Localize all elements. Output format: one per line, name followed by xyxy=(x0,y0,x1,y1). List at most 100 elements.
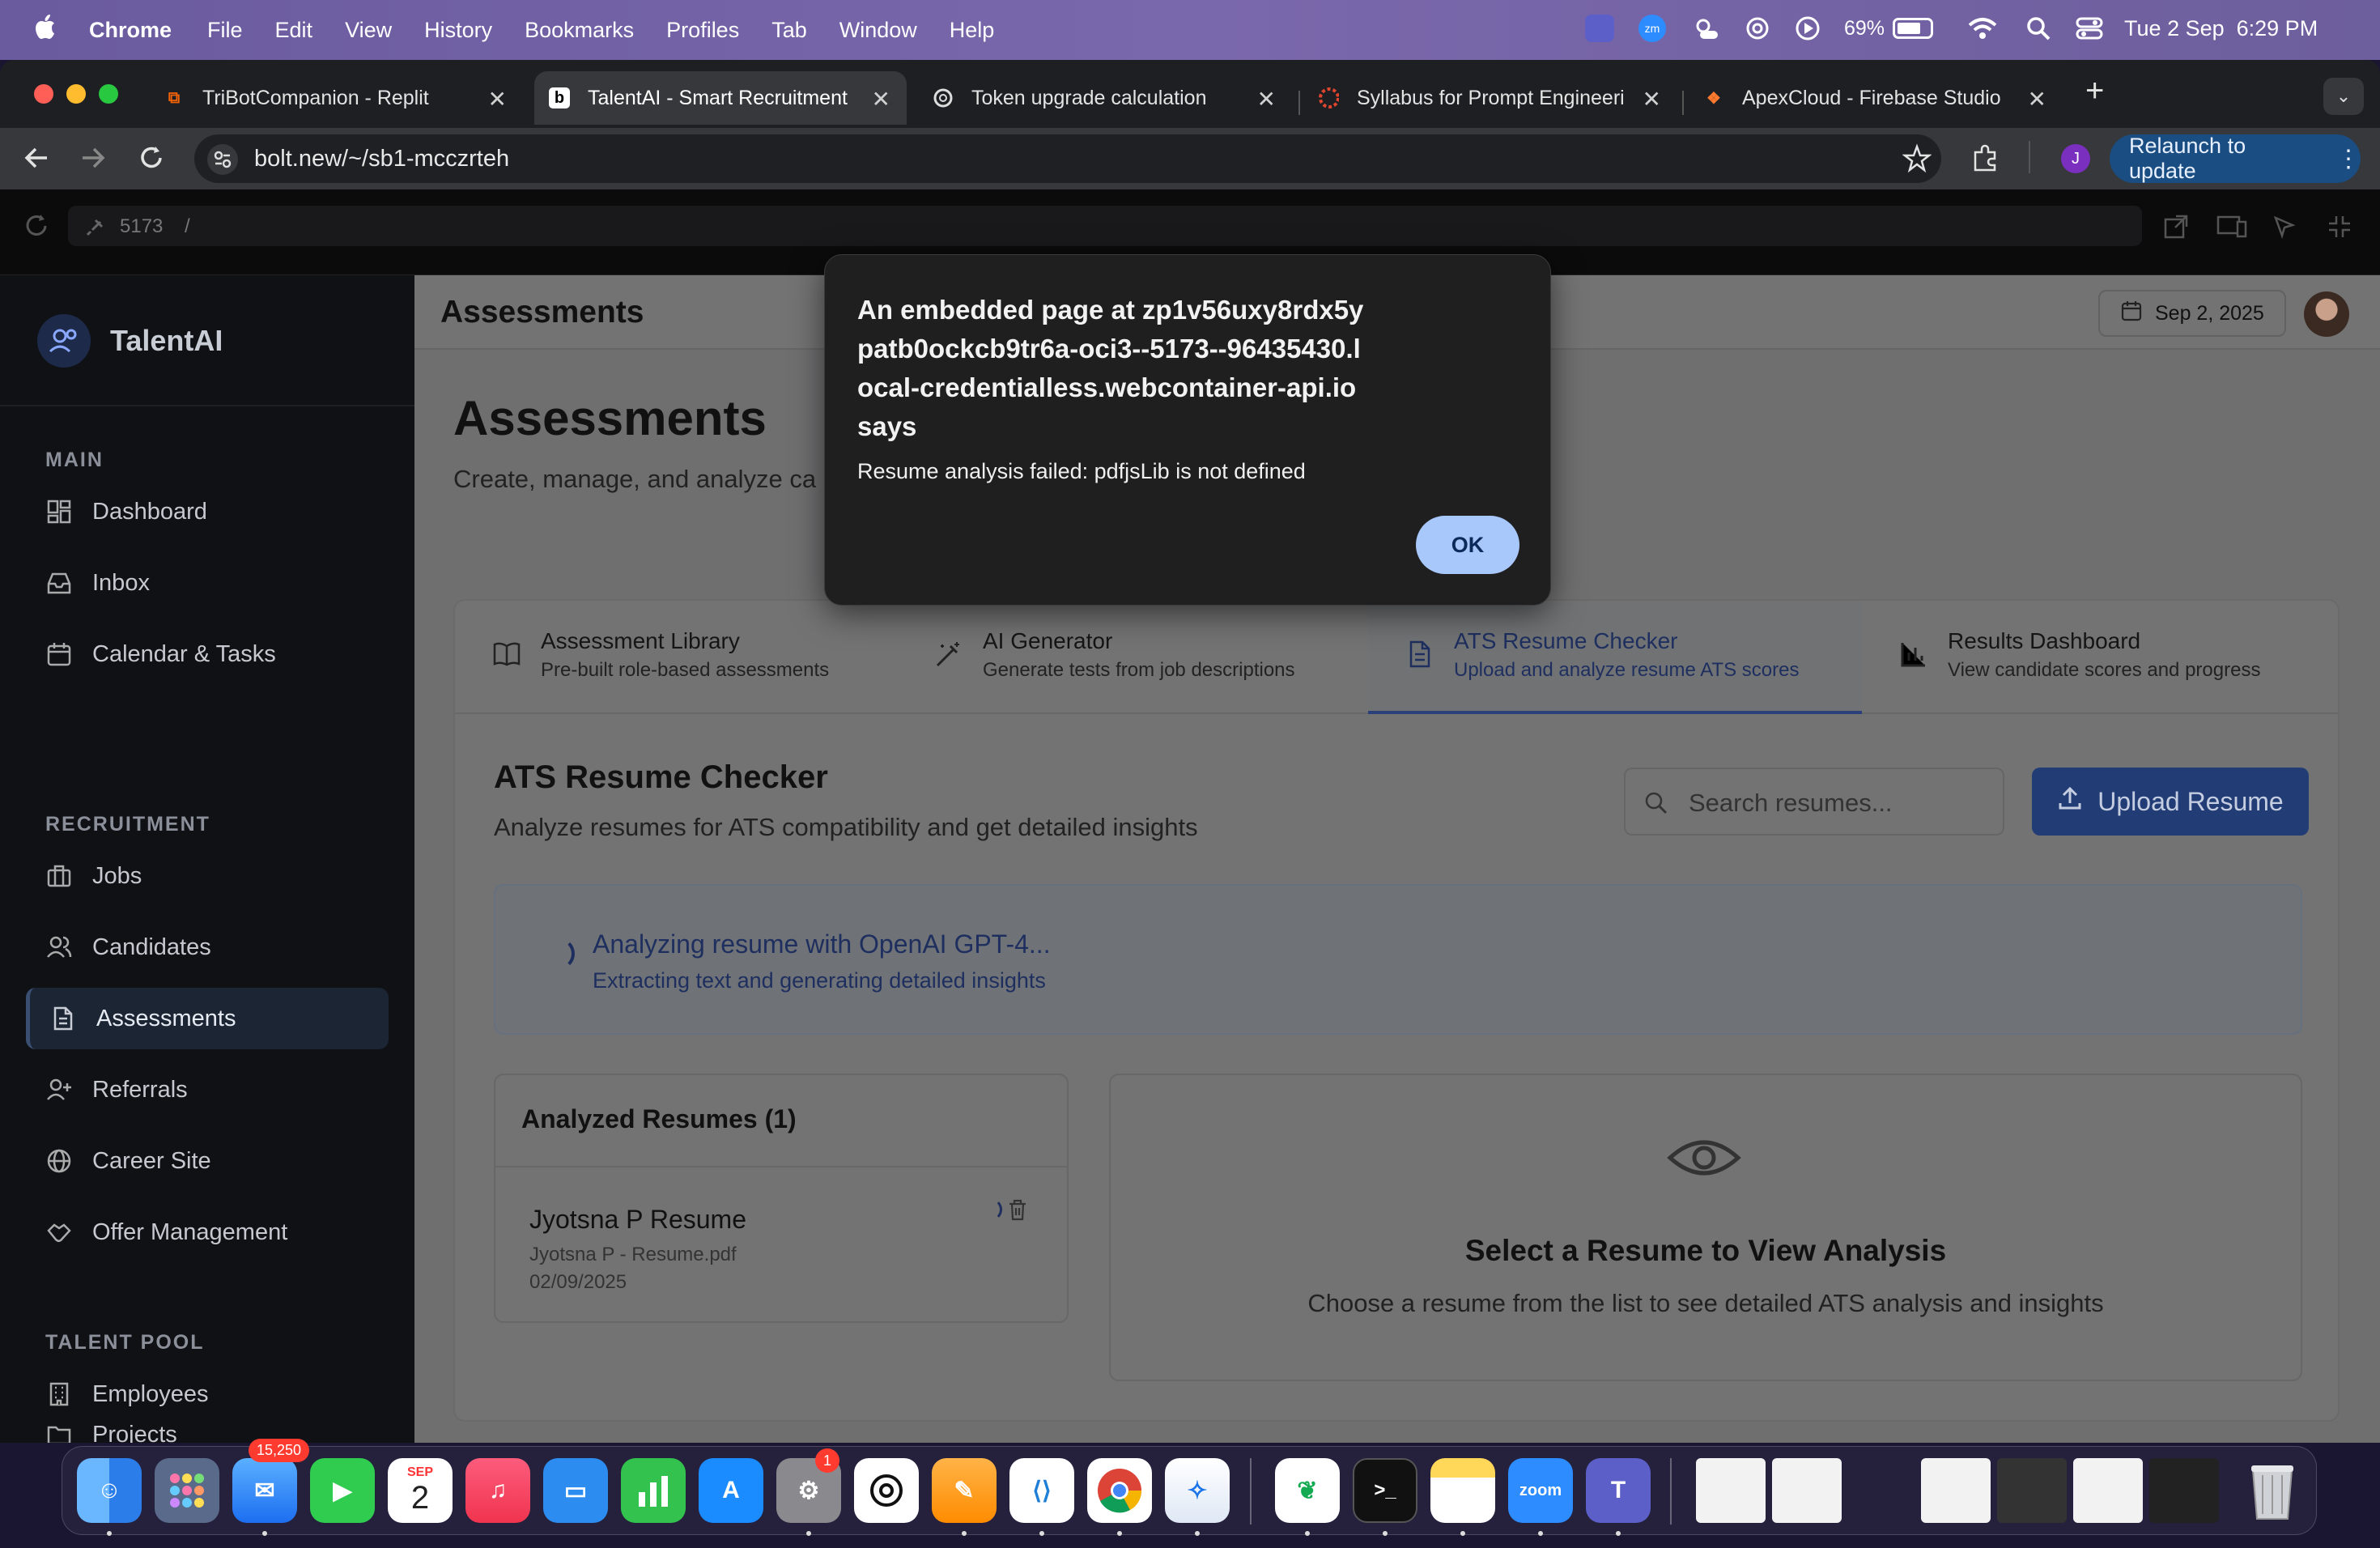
numbers-icon[interactable] xyxy=(621,1458,686,1523)
sidebar-item-dashboard[interactable]: Dashboard xyxy=(26,481,389,542)
battery-icon[interactable] xyxy=(1893,18,1934,39)
preview-url-bar[interactable]: 5173 / xyxy=(68,206,2142,246)
menu-history[interactable]: History xyxy=(424,18,492,43)
wifi-icon[interactable] xyxy=(1967,15,1998,41)
tab-search-chevron-icon[interactable]: ⌄ xyxy=(2323,78,2364,115)
terminal-icon[interactable]: >_ xyxy=(1353,1458,1417,1523)
sidebar-item-jobs[interactable]: Jobs xyxy=(26,845,389,907)
site-settings-icon[interactable] xyxy=(207,144,238,175)
finder-icon[interactable]: ☺ xyxy=(77,1458,142,1523)
trash-icon[interactable] xyxy=(2240,1458,2305,1523)
resume-list-item[interactable]: Jyotsna P Resume Jyotsna P - Resume.pdf … xyxy=(495,1167,1067,1323)
recent-document-thumbnail[interactable] xyxy=(1772,1458,1842,1523)
notes-icon[interactable] xyxy=(1430,1458,1495,1523)
upload-resume-button[interactable]: Upload Resume xyxy=(2032,768,2309,836)
zoom-status-icon[interactable]: zm xyxy=(1638,15,1666,42)
close-tab-icon[interactable]: ✕ xyxy=(1643,86,1661,113)
minimize-window-button[interactable] xyxy=(66,84,86,104)
close-tab-icon[interactable]: ✕ xyxy=(488,86,507,113)
extensions-puzzle-icon[interactable] xyxy=(1970,144,2000,177)
tab-apexcloud[interactable]: ❖ ApexCloud - Firebase Studio ✕ xyxy=(1689,71,2063,125)
device-preview-icon[interactable] xyxy=(2216,214,2247,244)
menu-profiles[interactable]: Profiles xyxy=(666,18,739,43)
sidebar-item-offer-management[interactable]: Offer Management xyxy=(26,1201,389,1263)
address-bar[interactable]: bolt.new/~/sb1-mcczrteh xyxy=(194,134,1941,183)
recent-document-thumbnail[interactable] xyxy=(2073,1458,2143,1523)
date-picker-button[interactable]: Sep 2, 2025 xyxy=(2098,290,2286,337)
tab-results-dashboard[interactable]: Results Dashboard View candidate scores … xyxy=(1862,601,2338,714)
new-tab-plus-icon[interactable]: + xyxy=(2085,73,2104,109)
delete-trash-icon[interactable] xyxy=(1007,1198,1028,1225)
close-tab-icon[interactable]: ✕ xyxy=(2028,86,2046,113)
vscode-icon[interactable]: ⟨⟩ xyxy=(1009,1458,1074,1523)
menu-app-name[interactable]: Chrome xyxy=(89,18,172,43)
collapse-icon[interactable] xyxy=(2327,214,2352,244)
profile-avatar[interactable]: J xyxy=(2061,144,2090,173)
reload-icon[interactable] xyxy=(138,144,165,176)
menu-edit[interactable]: Edit xyxy=(275,18,313,43)
recent-document-thumbnail[interactable] xyxy=(1997,1458,2067,1523)
recent-document-thumbnail[interactable] xyxy=(1921,1458,1991,1523)
tab-assessment-library[interactable]: Assessment Library Pre-built role-based … xyxy=(455,601,897,714)
apple-menu-icon[interactable] xyxy=(32,13,57,47)
pages-icon[interactable]: ✎ xyxy=(932,1458,997,1523)
tab-ats-resume-checker[interactable]: ATS Resume Checker Upload and analyze re… xyxy=(1368,601,1862,714)
weather-icon[interactable] xyxy=(1690,15,1721,42)
safari-icon[interactable]: ✧ xyxy=(1165,1458,1230,1523)
menu-file[interactable]: File xyxy=(207,18,243,43)
sidebar-item-referrals[interactable]: Referrals xyxy=(26,1059,389,1121)
bookmark-star-icon[interactable] xyxy=(1902,143,1932,177)
sidebar-item-inbox[interactable]: Inbox xyxy=(26,552,389,614)
teams-icon[interactable]: T xyxy=(1586,1458,1651,1523)
play-status-icon[interactable] xyxy=(1794,15,1821,42)
control-center-icon[interactable] xyxy=(2076,16,2103,40)
calendar-app-icon[interactable]: SEP 2 xyxy=(388,1458,453,1523)
mail-icon[interactable]: ✉ xyxy=(232,1458,297,1523)
tab-token-upgrade[interactable]: Token upgrade calculation ✕ xyxy=(918,71,1292,125)
menu-bookmarks[interactable]: Bookmarks xyxy=(525,18,634,43)
close-window-button[interactable] xyxy=(34,84,53,104)
tab-syllabus[interactable]: Syllabus for Prompt Engineeri ✕ xyxy=(1303,71,1677,125)
inspect-pointer-icon[interactable] xyxy=(2272,214,2297,244)
music-icon[interactable]: ♫ xyxy=(465,1458,530,1523)
open-in-new-tab-icon[interactable] xyxy=(2163,214,2189,244)
dialog-ok-button[interactable]: OK xyxy=(1416,516,1519,574)
sidebar-item-candidates[interactable]: Candidates xyxy=(26,916,389,978)
menu-tab[interactable]: Tab xyxy=(771,18,807,43)
recent-document-thumbnail[interactable] xyxy=(1696,1458,1766,1523)
menu-view[interactable]: View xyxy=(345,18,392,43)
menu-window[interactable]: Window xyxy=(839,18,917,43)
tab-talentai[interactable]: b TalentAI - Smart Recruitment ✕ xyxy=(534,71,907,125)
sidebar-item-assessments[interactable]: Assessments xyxy=(26,988,389,1049)
close-tab-icon[interactable]: ✕ xyxy=(872,86,890,113)
more-vertical-icon[interactable]: ⋮ xyxy=(2336,145,2361,173)
back-arrow-icon[interactable] xyxy=(23,144,50,176)
menu-help[interactable]: Help xyxy=(950,18,995,43)
launchpad-icon[interactable] xyxy=(155,1458,219,1523)
sidebar-item-career-site[interactable]: Career Site xyxy=(26,1130,389,1192)
tab-ai-generator[interactable]: AI Generator Generate tests from job des… xyxy=(897,601,1383,714)
app-store-icon[interactable]: A xyxy=(699,1458,763,1523)
chrome-icon[interactable] xyxy=(1087,1458,1152,1523)
user-avatar[interactable] xyxy=(2304,291,2349,337)
url-text[interactable]: bolt.new/~/sb1-mcczrteh xyxy=(254,146,509,172)
clock[interactable]: Tue 2 Sep 6:29 PM xyxy=(2124,16,2318,41)
openai-status-icon[interactable] xyxy=(1744,15,1771,42)
facetime-icon[interactable]: ▶ xyxy=(310,1458,375,1523)
chatgpt-app-icon[interactable] xyxy=(854,1458,919,1523)
sidebar-item-projects[interactable]: Projects xyxy=(26,1404,389,1443)
recent-document-thumbnail[interactable] xyxy=(2149,1458,2219,1523)
zoom-window-button[interactable] xyxy=(99,84,118,104)
teams-status-icon[interactable] xyxy=(1585,15,1614,42)
tab-tribot[interactable]: ⧉ TriBotCompanion - Replit ✕ xyxy=(149,71,523,125)
zoom-app-icon[interactable]: zoom xyxy=(1508,1458,1573,1523)
relaunch-to-update-button[interactable]: Relaunch to update ⋮ xyxy=(2110,134,2361,183)
spotlight-search-icon[interactable] xyxy=(2025,15,2051,41)
mongodb-icon[interactable]: ❦ xyxy=(1275,1458,1340,1523)
close-tab-icon[interactable]: ✕ xyxy=(1257,86,1276,113)
preview-reload-icon[interactable] xyxy=(23,212,50,244)
forward-arrow-icon[interactable] xyxy=(79,144,107,176)
sidebar-item-calendar[interactable]: Calendar & Tasks xyxy=(26,623,389,685)
keynote-icon[interactable]: ▭ xyxy=(543,1458,608,1523)
search-resumes-input[interactable]: Search resumes... xyxy=(1624,768,2004,836)
